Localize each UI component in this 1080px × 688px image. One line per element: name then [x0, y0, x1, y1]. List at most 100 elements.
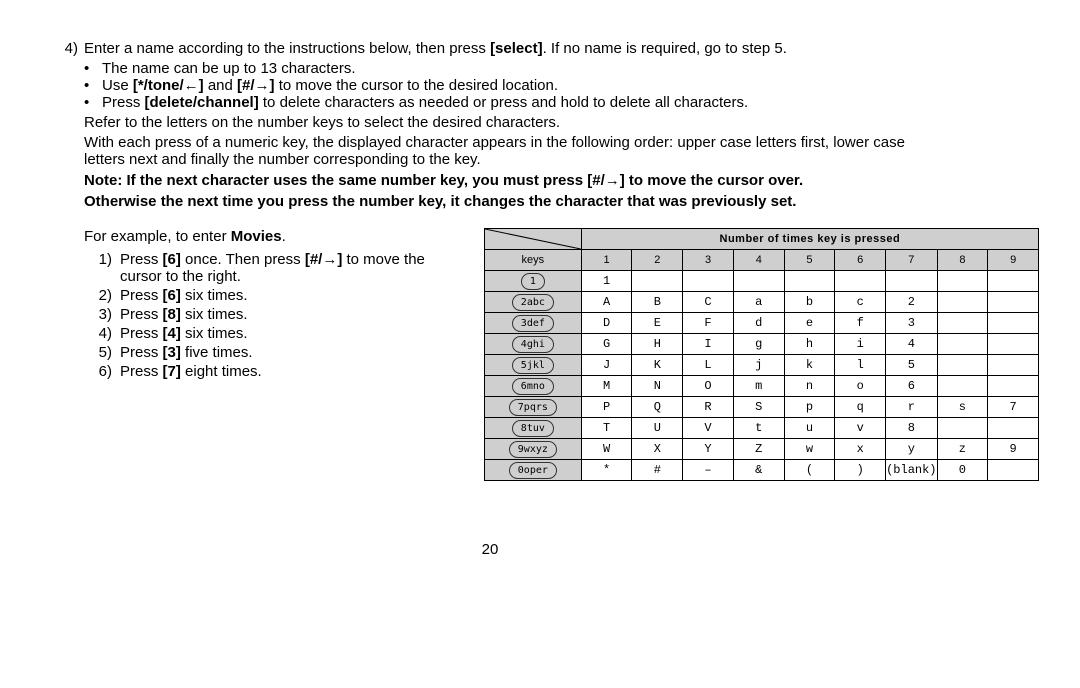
char-cell: 9: [988, 439, 1039, 460]
char-cell: K: [632, 355, 683, 376]
char-cell: [937, 292, 988, 313]
key-cell: 4ghi: [485, 334, 582, 355]
char-cell: #: [632, 460, 683, 481]
char-cell: S: [733, 397, 784, 418]
char-cell: m: [733, 376, 784, 397]
example-step: 4)Press [4] six times.: [84, 325, 464, 342]
char-cell: Z: [733, 439, 784, 460]
char-cell: [988, 313, 1039, 334]
col-header: 5: [784, 250, 835, 271]
keys-label: keys: [485, 250, 582, 271]
char-cell: [632, 271, 683, 292]
note-line-2: Otherwise the next time you press the nu…: [84, 193, 930, 210]
char-cell: T: [581, 418, 632, 439]
char-cell: [937, 271, 988, 292]
char-cell: a: [733, 292, 784, 313]
key-cell: 0oper: [485, 460, 582, 481]
char-cell: J: [581, 355, 632, 376]
char-cell: [988, 460, 1039, 481]
bullet-3: Press [delete/channel] to delete charact…: [102, 94, 748, 111]
char-cell: X: [632, 439, 683, 460]
char-cell: C: [683, 292, 734, 313]
col-header: 4: [733, 250, 784, 271]
note-line-1: Note: If the next character uses the sam…: [84, 172, 930, 189]
char-cell: [937, 313, 988, 334]
char-cell: L: [683, 355, 734, 376]
step-4-body: Enter a name according to the instructio…: [84, 40, 930, 210]
char-cell: x: [835, 439, 886, 460]
char-cell: ): [835, 460, 886, 481]
char-cell: [937, 376, 988, 397]
key-cell: 2abc: [485, 292, 582, 313]
char-cell: B: [632, 292, 683, 313]
key-cell: 8tuv: [485, 418, 582, 439]
char-cell: M: [581, 376, 632, 397]
char-cell: [937, 355, 988, 376]
example-steps: 1)Press [6] once. Then press [#/→] to mo…: [84, 251, 464, 380]
char-cell: b: [784, 292, 835, 313]
col-header: 7: [886, 250, 937, 271]
char-table: Number of times key is pressed keys 1234…: [484, 228, 1039, 481]
char-cell: j: [733, 355, 784, 376]
char-cell: P: [581, 397, 632, 418]
char-cell: 6: [886, 376, 937, 397]
example-step: 2)Press [6] six times.: [84, 287, 464, 304]
char-cell: [988, 355, 1039, 376]
table-header: Number of times key is pressed: [581, 229, 1038, 250]
char-cell: l: [835, 355, 886, 376]
char-cell: O: [683, 376, 734, 397]
char-cell: [988, 292, 1039, 313]
char-cell: D: [581, 313, 632, 334]
step-4-bullets: •The name can be up to 13 characters. • …: [84, 60, 930, 111]
char-cell: A: [581, 292, 632, 313]
char-cell: [988, 334, 1039, 355]
char-cell: V: [683, 418, 734, 439]
char-cell: 2: [886, 292, 937, 313]
char-cell: [835, 271, 886, 292]
example-block: For example, to enter Movies. 1)Press [6…: [84, 228, 484, 382]
char-cell: y: [886, 439, 937, 460]
char-cell: [988, 376, 1039, 397]
char-cell: 1: [581, 271, 632, 292]
key-cell: 7pqrs: [485, 397, 582, 418]
char-cell: h: [784, 334, 835, 355]
step-4: 4) Enter a name according to the instruc…: [50, 40, 930, 210]
char-cell: v: [835, 418, 886, 439]
char-cell: [937, 418, 988, 439]
col-header: 9: [988, 250, 1039, 271]
example-step: 3)Press [8] six times.: [84, 306, 464, 323]
char-cell: 4: [886, 334, 937, 355]
col-header: 3: [683, 250, 734, 271]
char-cell: [937, 334, 988, 355]
page-number: 20: [50, 541, 930, 558]
col-header: 2: [632, 250, 683, 271]
char-cell: H: [632, 334, 683, 355]
char-cell: z: [937, 439, 988, 460]
char-cell: N: [632, 376, 683, 397]
col-header: 8: [937, 250, 988, 271]
key-cell: 1: [485, 271, 582, 292]
key-cell: 6mno: [485, 376, 582, 397]
char-table-wrap: Number of times key is pressed keys 1234…: [484, 228, 1039, 481]
char-cell: e: [784, 313, 835, 334]
char-cell: U: [632, 418, 683, 439]
char-cell: [784, 271, 835, 292]
char-cell: 3: [886, 313, 937, 334]
char-cell: G: [581, 334, 632, 355]
char-cell: i: [835, 334, 886, 355]
char-cell: p: [784, 397, 835, 418]
char-cell: *: [581, 460, 632, 481]
key-cell: 9wxyz: [485, 439, 582, 460]
char-cell: E: [632, 313, 683, 334]
corner-cell: [485, 229, 582, 250]
char-cell: Q: [632, 397, 683, 418]
char-cell: [683, 271, 734, 292]
plain-1: Refer to the letters on the number keys …: [84, 114, 930, 131]
char-cell: F: [683, 313, 734, 334]
char-cell: g: [733, 334, 784, 355]
char-cell: [988, 271, 1039, 292]
col-header: 1: [581, 250, 632, 271]
char-cell: 0: [937, 460, 988, 481]
char-cell: w: [784, 439, 835, 460]
char-cell: k: [784, 355, 835, 376]
